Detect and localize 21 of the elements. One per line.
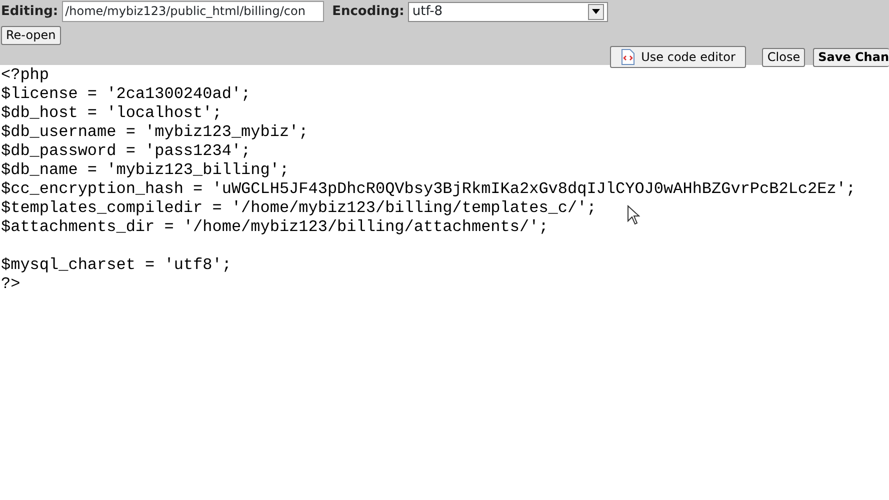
reopen-button[interactable]: Re-open <box>1 26 61 45</box>
encoding-label: Encoding: <box>332 2 404 21</box>
code-line: $templates_compiledir = '/home/mybiz123/billing/templates_c/'; <box>1 199 596 217</box>
encoding-dropdown[interactable]: utf-8 <box>408 2 608 22</box>
close-button[interactable]: Close <box>762 48 806 66</box>
code-line: $mysql_charset = 'utf8'; <box>1 256 232 274</box>
code-line: $db_username = 'mybiz123_mybiz'; <box>1 123 308 141</box>
code-line: $db_host = 'localhost'; <box>1 104 222 122</box>
mouse-pointer-icon <box>627 205 640 225</box>
code-file-icon <box>621 49 636 65</box>
code-editor-button[interactable]: Use code editor <box>610 46 746 68</box>
editing-label: Editing: <box>1 2 58 21</box>
code-line: ?> <box>1 275 20 293</box>
code-line: $cc_encryption_hash = 'uWGCLH5JF43pDhcR0QVbsy3BjRkmIKa2xGv8dqIJlCYOJ0wAHhBZGvrPcB2Lc2Ez'; <box>1 180 856 198</box>
code-line: $attachments_dir = '/home/mybiz123/billing/attachments/'; <box>1 218 548 236</box>
code-line: $license = '2ca1300240ad'; <box>1 85 251 103</box>
save-changes-button[interactable]: Save Chan <box>813 48 889 66</box>
path-field[interactable]: /home/mybiz123/public_html/billing/con <box>62 1 324 22</box>
code-line: $db_name = 'mybiz123_billing'; <box>1 161 290 179</box>
code-line: <?php <box>1 66 50 84</box>
code-line: $db_password = 'pass1234'; <box>1 142 251 160</box>
